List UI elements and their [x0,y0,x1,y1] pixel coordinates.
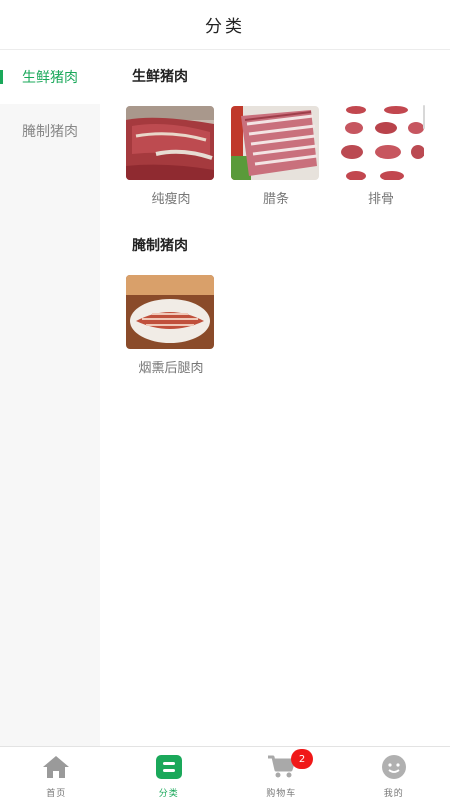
sidebar-item-label: 腌制猪肉 [22,124,78,140]
sidebar-item-cured-pork[interactable]: 腌制猪肉 [0,104,100,158]
horizontal-scroll-indicator [423,105,425,129]
product-image-pork-strips [231,106,319,180]
product-image-pork-cuts [336,106,424,180]
tab-label: 购物车 [266,789,297,799]
product-pork-strips[interactable]: 腊条 [231,106,321,207]
product-panel: 生鲜猪肉 纯瘦肉 腊条 排骨 腌制猪肉 烟熏后腿肉 [100,50,450,746]
category-icon [155,755,182,783]
product-smoked-ham[interactable]: 烟熏后腿肉 [126,275,216,376]
product-lean-pork[interactable]: 纯瘦肉 [126,106,216,207]
product-name: 烟熏后腿肉 [138,361,204,376]
cart-count-badge: 2 [291,749,313,769]
tab-home[interactable]: 首页 [0,747,113,800]
top-header: 分类 [0,0,450,50]
tab-label: 首页 [46,789,67,799]
active-marker [0,70,3,84]
product-name: 纯瘦肉 [151,192,191,207]
tab-cart[interactable]: 2 购物车 [225,747,338,800]
product-pork-ribs[interactable]: 排骨 [336,106,426,207]
profile-icon [381,755,407,783]
tab-label: 我的 [383,789,404,799]
product-name: 排骨 [367,192,394,207]
bottom-tab-bar: 首页 分类 2 购物车 我的 [0,746,450,800]
section-title-cured: 腌制猪肉 [132,238,188,254]
page-title: 分类 [205,17,245,37]
sidebar-item-fresh-pork[interactable]: 生鲜猪肉 [0,50,100,104]
section-title-fresh: 生鲜猪肉 [132,69,188,85]
tab-label: 分类 [158,789,179,799]
tab-category[interactable]: 分类 [113,747,226,800]
product-image-smoked-ham [126,275,214,349]
category-sidebar: 生鲜猪肉 腌制猪肉 [0,50,100,746]
product-image-lean-pork [126,106,214,180]
product-name: 腊条 [262,192,289,207]
tab-profile[interactable]: 我的 [338,747,450,800]
home-icon [42,755,70,783]
sidebar-item-label: 生鲜猪肉 [22,70,78,86]
